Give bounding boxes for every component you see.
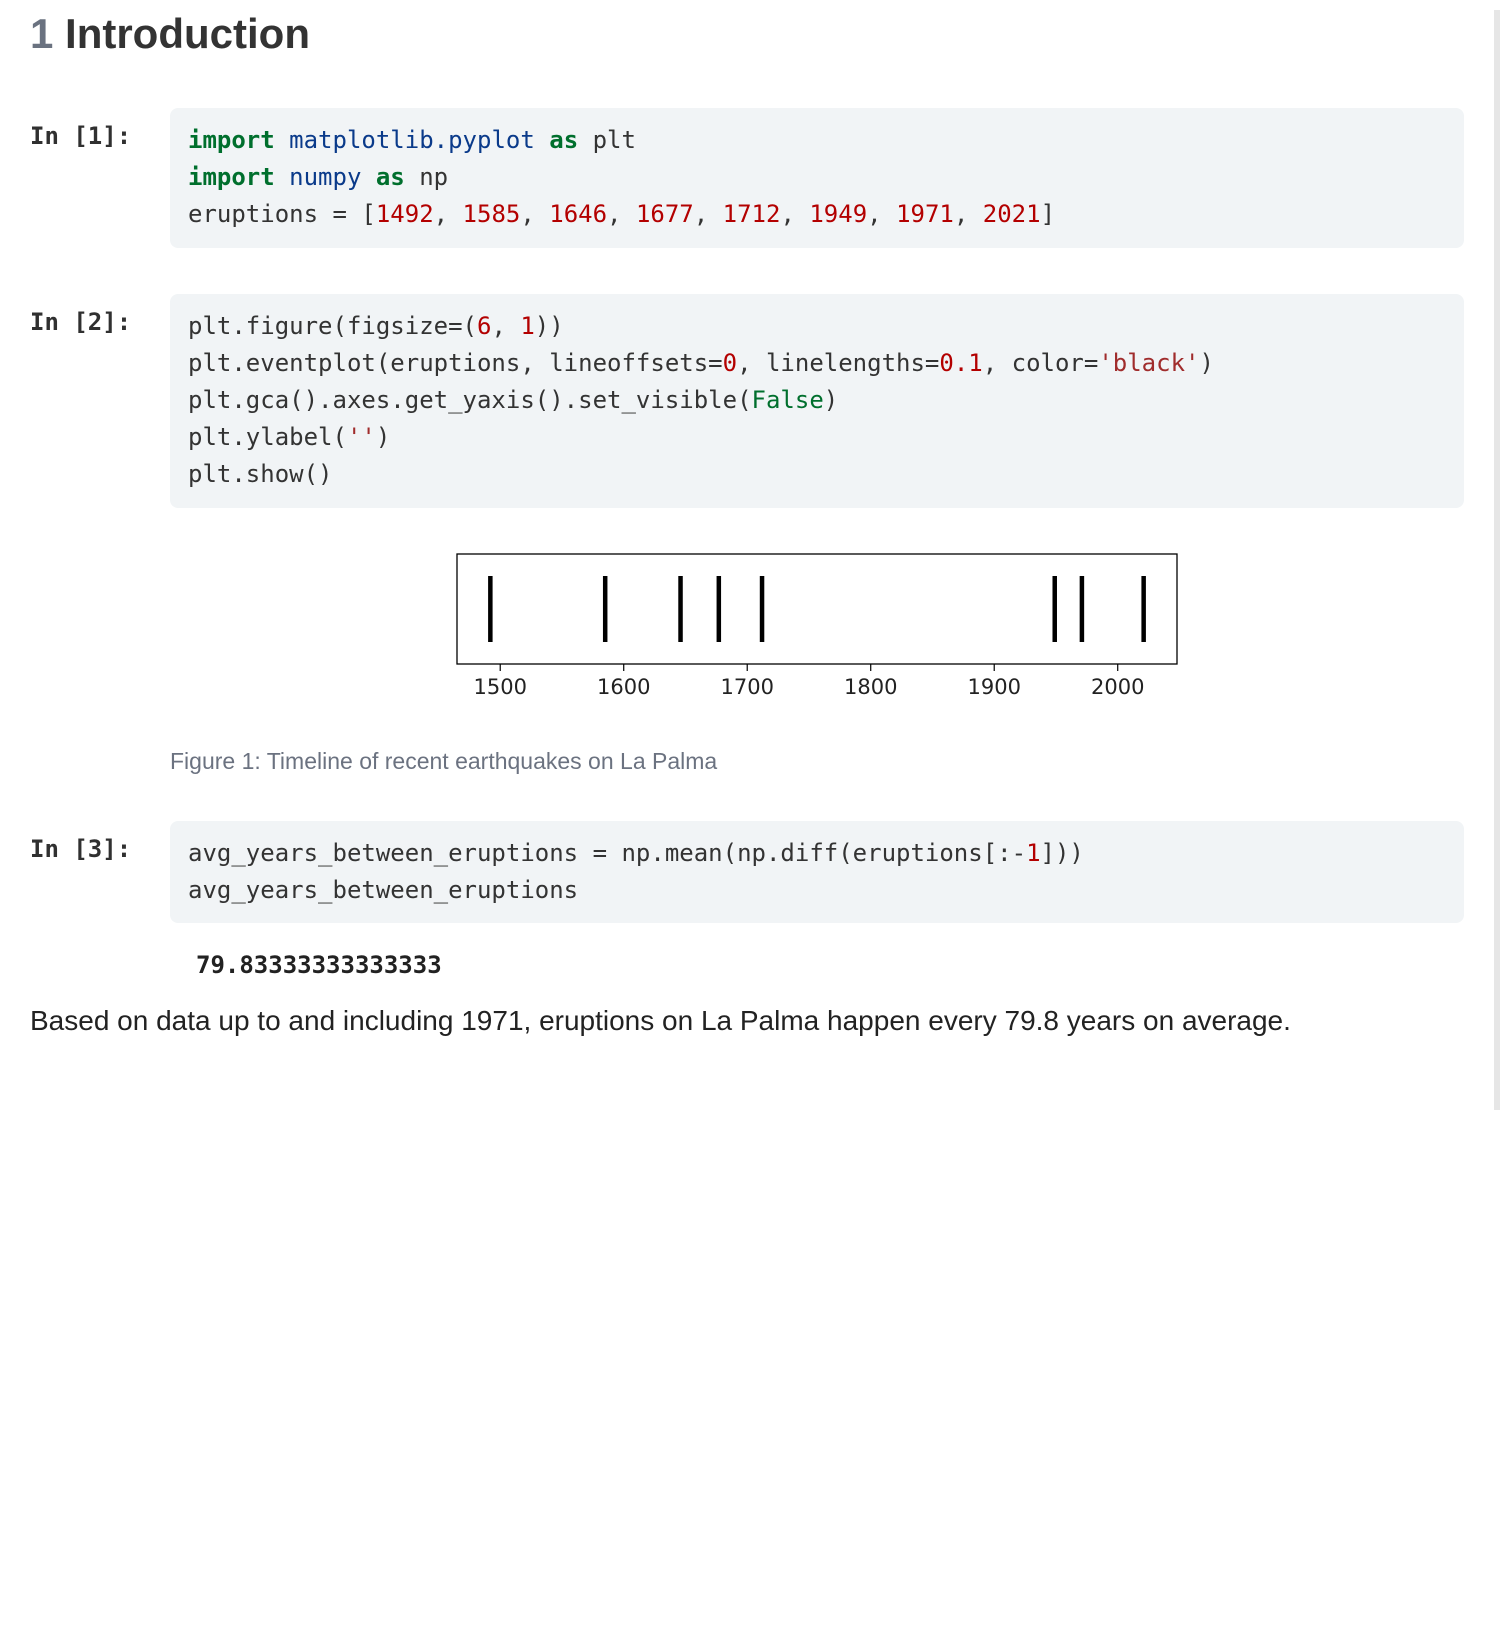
figure-1: 1500 1600 1700 1800 1900 2000 Figure 1: Timel… — [170, 548, 1464, 775]
code-cell-1: In [1]: import matplotlib.pyplot as plt … — [30, 108, 1464, 248]
cell-output-text: 79.83333333333333 — [170, 951, 1464, 979]
section-title: Introduction — [65, 10, 310, 57]
code-cell-2: In [2]: plt.figure(figsize=(6, 1)) plt.e… — [30, 294, 1464, 775]
code-input-2[interactable]: plt.figure(figsize=(6, 1)) plt.eventplot… — [170, 294, 1464, 508]
input-prompt: In [2]: — [30, 294, 170, 336]
x-tick-label: 1900 — [967, 675, 1020, 699]
x-tick-label: 1800 — [844, 675, 897, 699]
x-tick-label: 1700 — [720, 675, 773, 699]
input-prompt: In [3]: — [30, 821, 170, 863]
eventplot-chart: 1500 1600 1700 1800 1900 2000 — [437, 548, 1197, 718]
x-tick-label: 2000 — [1091, 675, 1144, 699]
input-prompt: In [1]: — [30, 108, 170, 150]
section-heading: 1 Introduction — [30, 10, 1464, 58]
x-tick-label: 1600 — [597, 675, 650, 699]
narrative-paragraph: Based on data up to and including 1971, … — [30, 999, 1464, 1042]
x-tick-label: 1500 — [473, 675, 526, 699]
section-number: 1 — [30, 10, 53, 57]
code-input-3[interactable]: avg_years_between_eruptions = np.mean(np… — [170, 821, 1464, 923]
figure-caption: Figure 1: Timeline of recent earthquakes… — [170, 748, 1464, 775]
code-input-1[interactable]: import matplotlib.pyplot as plt import n… — [170, 108, 1464, 248]
code-cell-3: In [3]: avg_years_between_eruptions = np… — [30, 821, 1464, 979]
